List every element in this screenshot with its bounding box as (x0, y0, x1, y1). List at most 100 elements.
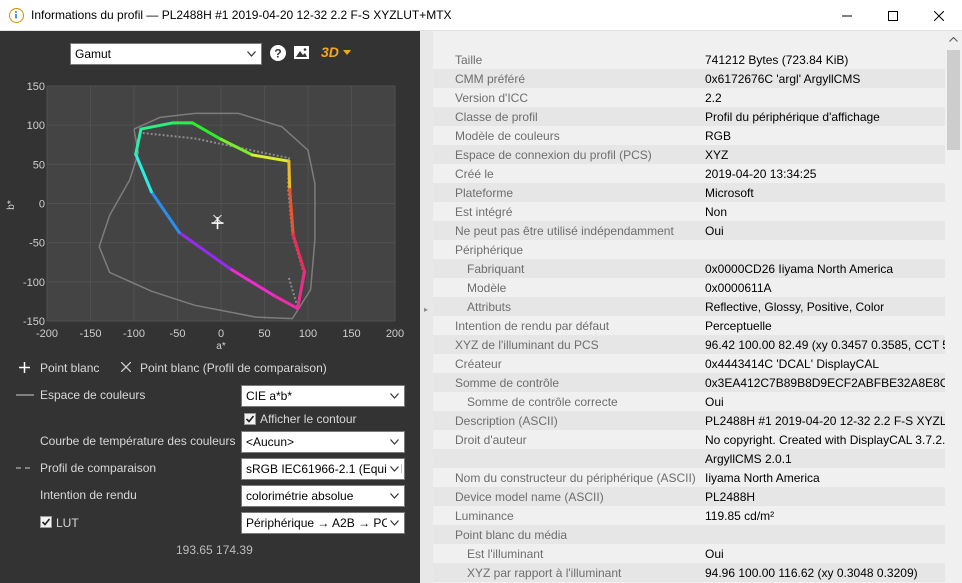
x-tick-label: 50 (258, 328, 270, 340)
info-value: 741212 Bytes (723.84 KiB) (705, 53, 849, 67)
info-key: Créateur (455, 357, 502, 371)
view-3d-button[interactable]: 3D (321, 43, 353, 63)
color-space-value: CIE a*b* (246, 389, 293, 403)
info-row: Description (ASCII) PL2488H #1 2019-04-20… (433, 411, 945, 430)
chevron-down-icon (387, 432, 401, 452)
info-row: Est l'illuminant Oui (433, 544, 945, 563)
info-key: Modèle (467, 281, 507, 295)
info-key: Créé le (455, 167, 494, 181)
info-key: Version d'ICC (455, 91, 528, 105)
vertical-scrollbar[interactable] (945, 31, 962, 583)
comparison-profile-select[interactable]: sRGB IEC61966-2.1 (Equival (241, 458, 405, 480)
info-row: XYZ de l'illuminant du PCS 96.42 100.00 8… (433, 335, 945, 354)
window-title: Informations du profil — PL2488H #1 2019… (31, 8, 452, 22)
close-button[interactable] (916, 0, 962, 31)
chevron-down-icon (387, 513, 401, 533)
lut-label: LUT (56, 516, 79, 530)
x-tick-label: 100 (299, 328, 317, 340)
info-row: Ne peut pas être utilisé indépendamment O… (433, 221, 945, 240)
color-space-label: Espace de couleurs (40, 388, 146, 402)
info-key: Plateforme (455, 186, 514, 200)
info-value: PL2488H #1 2019-04-20 12-32 2.2 F-S XYZL… (705, 414, 945, 428)
y-tick-label: 50 (33, 159, 45, 171)
info-row: Taille 741212 Bytes (723.84 KiB) (433, 50, 945, 69)
info-value: Oui (705, 547, 724, 561)
info-row: Intention de rendu par défaut Perceptuell… (433, 316, 945, 335)
show-contour-checkbox[interactable] (244, 413, 256, 425)
lut-direction-select[interactable]: Périphérique → A2B → PCS (241, 512, 405, 534)
info-value: 119.85 cd/m² (705, 509, 775, 523)
info-value: 2019-04-20 13:34:25 (705, 167, 817, 181)
temp-curve-value: <Aucun> (246, 435, 295, 449)
info-value: Reflective, Glossy, Positive, Color (705, 300, 885, 314)
info-row: ArgyllCMS 2.0.1 (433, 449, 945, 468)
y-tick-label: -50 (29, 238, 45, 250)
image-button[interactable] (294, 46, 309, 59)
info-key: Taille (455, 53, 483, 67)
x-axis-label: a* (216, 341, 226, 352)
comparison-profile-label: Profil de comparaison (40, 461, 157, 475)
lut-checkbox[interactable] (40, 516, 52, 528)
gamut-chart[interactable]: -200 -150 -100 -50 0 50 100 150 200150100500-50-… (0, 75, 420, 395)
chevron-down-icon (343, 50, 351, 55)
profile-info-list: Taille 741212 Bytes (723.84 KiB) CMM préfé… (433, 31, 945, 583)
profile-gamut-segment (287, 159, 292, 191)
help-icon: ? (274, 47, 281, 61)
y-tick-label: -150 (23, 316, 45, 328)
temp-curve-select[interactable]: <Aucun> (241, 431, 405, 453)
info-value: Microsoft (705, 186, 754, 200)
show-contour-label: Afficher le contour (260, 412, 357, 426)
maximize-icon (888, 10, 898, 21)
info-row: Périphérique (433, 240, 945, 259)
info-value: Profil du périphérique d'affichage (705, 110, 880, 124)
minimize-icon (842, 15, 852, 16)
info-key: Somme de contrôle correcte (467, 395, 618, 409)
x-tick-label: -50 (170, 328, 186, 340)
info-value: PL2488H (705, 490, 756, 504)
info-value: 96.42 100.00 82.49 (xy 0.3457 0.3585, CC… (705, 338, 945, 352)
maximize-button[interactable] (870, 0, 916, 31)
info-value: Oui (705, 224, 724, 238)
y-tick-label: 100 (27, 120, 45, 132)
help-button[interactable]: ? (270, 45, 286, 61)
info-value: 94.96 100.00 116.62 (xy 0.3048 0.3209) (705, 566, 918, 580)
image-icon (294, 46, 309, 59)
info-value: 0x0000CD26 Iiyama North America (705, 262, 894, 276)
close-icon (934, 10, 944, 21)
scroll-thumb[interactable] (947, 50, 960, 150)
minimize-button[interactable] (824, 0, 870, 31)
info-key: Ne peut pas être utilisé indépendamment (455, 224, 674, 238)
info-key: Périphérique (455, 243, 524, 257)
color-space-select[interactable]: CIE a*b* (241, 385, 405, 407)
info-value: ArgyllCMS 2.0.1 (705, 452, 792, 466)
info-row: Device model name (ASCII) PL2488H (433, 487, 945, 506)
x-tick-label: -100 (123, 328, 145, 340)
info-value: 0x3EA412C7B89B8D9ECF2ABFBE32A8E8C4 (705, 376, 945, 390)
info-row: Créé le 2019-04-20 13:34:25 (433, 164, 945, 183)
intent-label: Intention de rendu (40, 488, 137, 502)
view-select[interactable]: Gamut (70, 43, 262, 65)
intent-select[interactable]: colorimétrie absolue (241, 485, 405, 507)
info-key: Nom du constructeur du périphérique (ASC… (455, 471, 696, 485)
panel-splitter[interactable]: ▸ (420, 31, 433, 583)
white-point-marker-icon (19, 362, 30, 373)
info-value: Non (705, 205, 728, 219)
chevron-down-icon (387, 459, 401, 479)
info-key: Est intégré (455, 205, 513, 219)
info-key: XYZ de l'illuminant du PCS (455, 338, 599, 352)
y-tick-label: -100 (23, 277, 45, 289)
info-key: CMM préféré (455, 72, 526, 86)
y-axis-label: b* (6, 200, 17, 210)
info-key: XYZ par rapport à l'illuminant (467, 566, 622, 580)
scroll-up-button[interactable] (945, 31, 962, 48)
info-row: Luminance 119.85 cd/m² (433, 506, 945, 525)
info-key: Droit d'auteur (455, 433, 527, 447)
comparison-white-point-marker-icon (121, 362, 131, 372)
checkmark-icon (41, 518, 51, 526)
info-value: 2.2 (705, 91, 722, 105)
chevron-down-icon (244, 44, 258, 64)
comparison-profile-value: sRGB IEC61966-2.1 (Equival (246, 462, 403, 476)
dashed-line-icon (16, 467, 34, 469)
x-tick-label: 150 (342, 328, 360, 340)
checkmark-icon (245, 415, 255, 423)
